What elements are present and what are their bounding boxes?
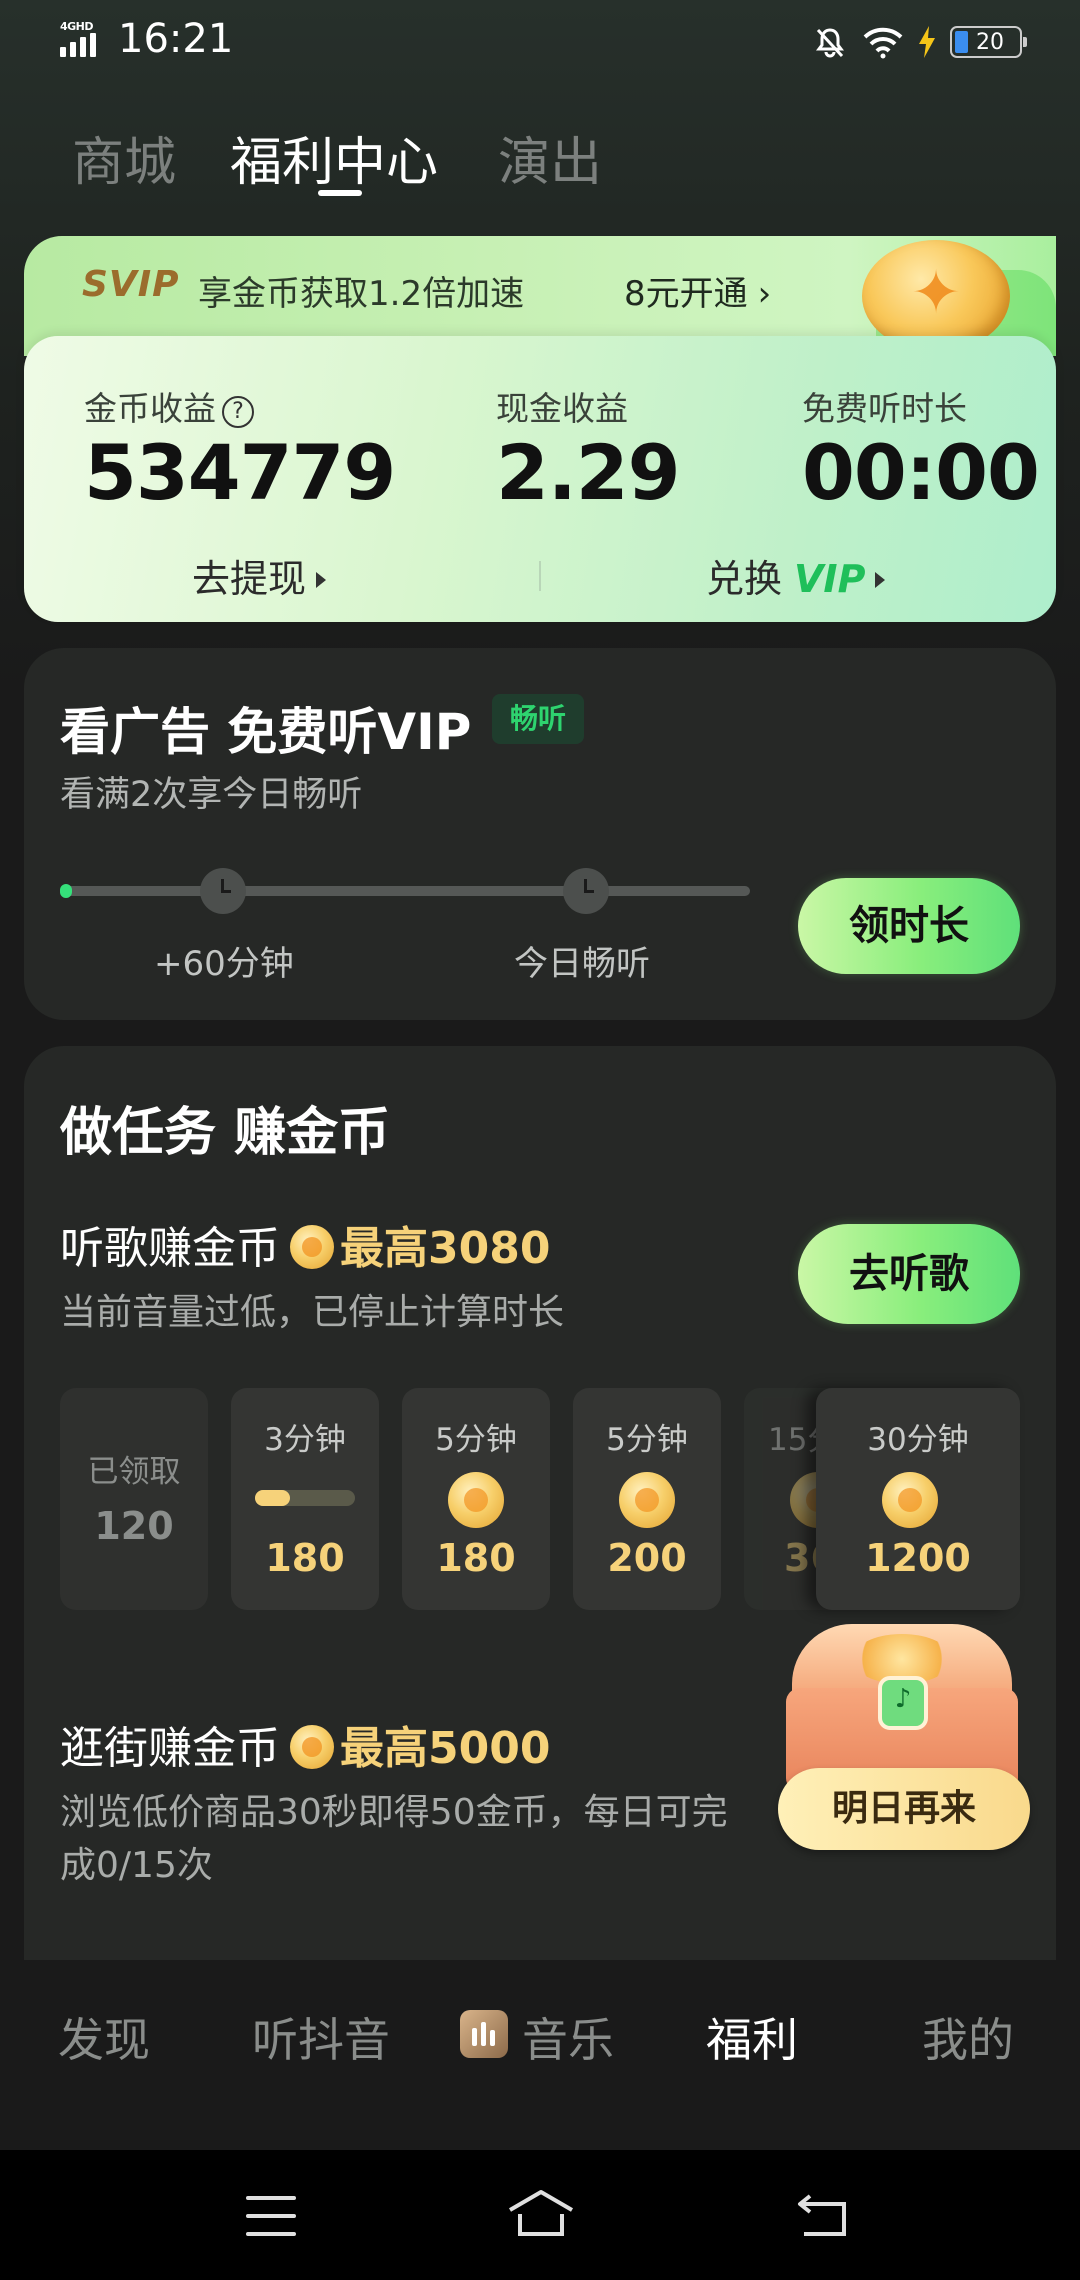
watch-ad-title: 看广告 免费听VIP: [60, 703, 472, 761]
cash-earnings-value: 2.29: [496, 428, 681, 517]
status-bar: 4GHD 16:21 20: [0, 0, 1080, 90]
tasks-title: 做任务 赚金币: [60, 1103, 391, 1163]
reward-value: 200: [607, 1536, 687, 1580]
coin-stack-icon: [882, 1472, 938, 1528]
clock-icon: [563, 868, 609, 914]
ad-progress-track: [60, 886, 750, 896]
free-listen-value: 00:00: [802, 428, 1040, 517]
listen-task-subtitle: 当前音量过低，已停止计算时长: [60, 1292, 565, 1333]
svip-open-label: 8元开通: [624, 274, 748, 314]
reward-tile[interactable]: 5分钟 180: [402, 1388, 550, 1610]
withdraw-link[interactable]: 去提现: [192, 548, 327, 603]
coin-icon: [448, 1472, 504, 1528]
signal-icon: 4GHD: [60, 20, 106, 60]
status-time: 16:21: [118, 16, 234, 62]
cash-earnings-label: 现金收益: [496, 389, 628, 428]
free-listen-label: 免费听时长: [802, 389, 967, 428]
reward-value: 1200: [865, 1536, 971, 1580]
milestone-today-unlimited: 今日畅听: [514, 944, 650, 984]
mute-bell-icon: [816, 28, 844, 58]
reward-tile[interactable]: 30分钟 1200: [816, 1388, 1020, 1610]
milestone-60min: +60分钟: [154, 944, 294, 984]
nav-listen-douyin[interactable]: 听抖音: [252, 2004, 390, 2070]
reward-minutes: 5分钟: [606, 1422, 688, 1458]
reward-value: 180: [265, 1536, 345, 1580]
battery-icon: 20: [950, 26, 1027, 58]
svip-benefit-text: 享金币获取1.2倍加速: [198, 274, 525, 314]
shop-task-heading: 逛街赚金币 最高5000: [60, 1723, 551, 1774]
wifi-icon: [863, 27, 903, 59]
reward-minutes: 5分钟: [435, 1422, 517, 1458]
coin-icon: [619, 1472, 675, 1528]
active-tab-indicator: [318, 190, 362, 196]
svip-open-link[interactable]: 8元开通 ›: [624, 266, 771, 315]
reward-tile-claimed: 已领取 120: [60, 1388, 208, 1610]
nav-welfare[interactable]: 福利: [706, 2004, 798, 2070]
battery-level: 20: [976, 29, 1004, 55]
tab-welfare-center[interactable]: 福利中心: [230, 120, 438, 195]
chevron-right-icon: ›: [757, 274, 772, 314]
music-app-icon[interactable]: [460, 2010, 508, 2058]
claim-time-button[interactable]: 领时长: [798, 878, 1020, 974]
charging-bolt-icon: [919, 26, 935, 58]
triangle-right-icon: [875, 572, 886, 588]
unlimited-badge: 畅听: [492, 694, 584, 744]
tab-shows[interactable]: 演出: [498, 120, 602, 195]
reward-value: 180: [436, 1536, 516, 1580]
home-icon[interactable]: [506, 2188, 576, 2236]
listen-task-heading: 听歌赚金币 最高3080: [60, 1223, 551, 1274]
nav-me[interactable]: 我的: [922, 2004, 1014, 2070]
coin-icon: [290, 1225, 334, 1269]
svip-logo: SVIP: [82, 264, 180, 305]
triangle-right-icon: [316, 572, 327, 588]
watch-ad-subtitle: 看满2次享今日畅听: [60, 775, 363, 815]
exchange-vip-link[interactable]: 兑换 VIP: [706, 548, 886, 603]
coin-earnings-label: 金币收益?: [84, 382, 254, 430]
reward-progress-bar: [255, 1490, 355, 1506]
coin-icon: [290, 1725, 334, 1769]
network-type: 4GHD: [60, 20, 94, 33]
coin-earnings-value: 534779: [84, 428, 396, 517]
reward-minutes: 3分钟: [264, 1422, 346, 1458]
clock-icon: [200, 868, 246, 914]
reward-minutes: 30分钟: [867, 1422, 969, 1458]
shop-task-subtitle: 浏览低价商品30秒即得50金币，每日可完成0/15次: [60, 1792, 728, 1886]
go-listen-button[interactable]: 去听歌: [798, 1224, 1020, 1324]
back-icon[interactable]: [796, 2192, 848, 2236]
come-back-tomorrow-button[interactable]: 明日再来: [778, 1768, 1030, 1850]
ad-progress-fill: [60, 884, 72, 898]
reward-tile[interactable]: 3分钟 180: [231, 1388, 379, 1610]
nav-discover[interactable]: 发现: [58, 2004, 150, 2070]
nav-music[interactable]: 音乐: [522, 2004, 614, 2070]
divider: [539, 561, 541, 591]
reward-value: 120: [94, 1504, 174, 1548]
tab-mall[interactable]: 商城: [72, 120, 176, 195]
help-icon[interactable]: ?: [222, 396, 254, 428]
reward-tile[interactable]: 5分钟 200: [573, 1388, 721, 1610]
reward-minutes: 已领取: [87, 1454, 181, 1490]
menu-icon[interactable]: [246, 2196, 296, 2236]
